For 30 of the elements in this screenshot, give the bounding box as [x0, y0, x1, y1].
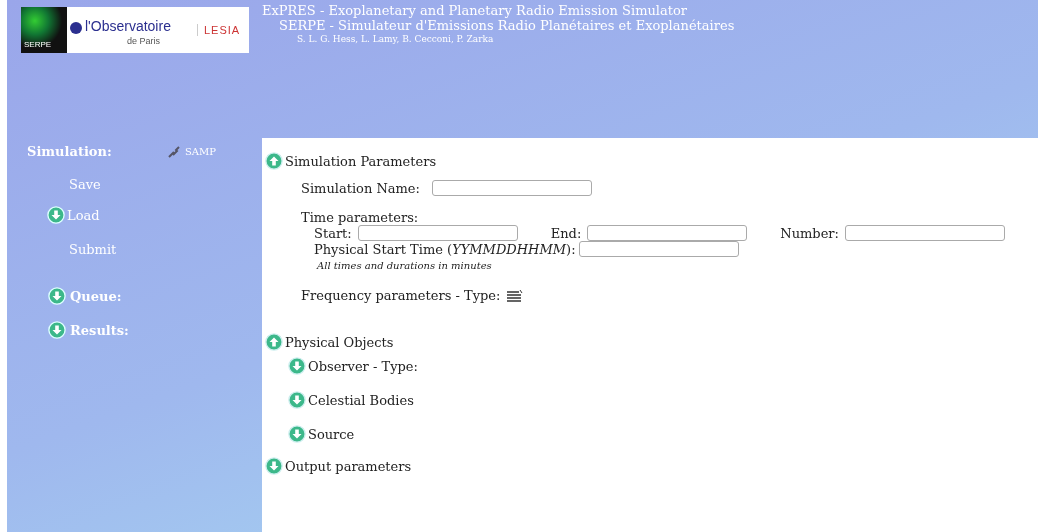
page-title: ExPRES - Exoplanetary and Planetary Radio Emission Simulator [262, 3, 688, 18]
note-text: All times and durations in minutes [317, 260, 493, 271]
lesia-logo: LESIA [197, 24, 241, 36]
section-toggle[interactable]: Simulation Parameters [265, 152, 437, 170]
field-label: End: [550, 225, 582, 241]
input-field[interactable] [578, 241, 739, 257]
field-label: Number: [780, 225, 839, 241]
section-toggle[interactable]: Observer - Type: [288, 357, 418, 375]
section-toggle[interactable]: Output parameters [265, 457, 412, 475]
field-label: Physical Start Time (YYMMDDHHMM): [314, 241, 576, 257]
input-field[interactable] [587, 225, 748, 241]
globe-icon [70, 22, 82, 34]
section-toggle[interactable]: Physical Objects [265, 333, 394, 351]
authors-text: S. L. G. Hess, L. Lamy, B. Cecconi, P. Zarka [296, 34, 495, 44]
section-toggle[interactable]: Source [288, 425, 355, 443]
serpe-logo: SERPE [21, 7, 67, 53]
field-label: Frequency parameters - Type: [301, 288, 501, 303]
field-label: Start: [314, 225, 352, 241]
input-field[interactable] [844, 225, 1005, 241]
input-field[interactable] [357, 225, 518, 241]
field-label: Simulation Name: [301, 180, 420, 196]
page-subtitle: SERPE - Simulateur d'Emissions Radio Planétaires et Exoplanétaires [278, 18, 736, 33]
logo-text: l'Observatoire [85, 18, 171, 34]
input-field[interactable] [431, 180, 592, 196]
logo-subtext: de Paris [127, 36, 161, 46]
list-icon[interactable] [506, 288, 525, 303]
section-toggle[interactable]: Celestial Bodies [288, 391, 414, 409]
field-label: Time parameters: [301, 210, 420, 225]
plug-icon [168, 145, 182, 158]
sidebar-heading: Simulation: [27, 144, 113, 159]
